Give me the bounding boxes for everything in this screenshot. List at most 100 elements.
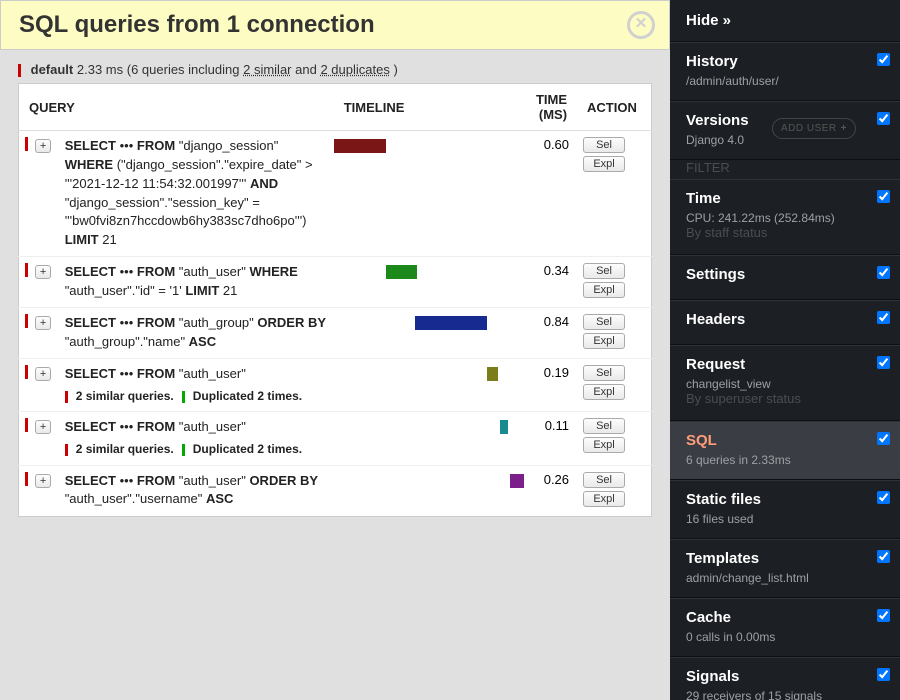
duplicate-flag-text: Duplicated 2 times. xyxy=(193,389,302,403)
explain-button[interactable]: Expl xyxy=(583,156,625,172)
query-row: +SELECT ••• FROM "auth_group" ORDER BY "… xyxy=(19,308,652,359)
sidebar-panel-checkbox[interactable] xyxy=(877,491,890,504)
sidebar-panel-checkbox[interactable] xyxy=(877,311,890,324)
expand-button[interactable]: + xyxy=(35,316,51,330)
query-sql: SELECT ••• FROM "auth_user" WHERE "auth_… xyxy=(59,257,334,308)
query-time: 0.60 xyxy=(519,131,577,257)
sidebar-panel-subtitle: 0 calls in 0.00ms xyxy=(686,630,884,644)
sidebar-panel-headers[interactable]: Headers xyxy=(670,300,900,345)
close-icon[interactable]: ✕ xyxy=(627,11,655,39)
query-row: + SELECT ••• FROM "auth_user" WHERE "auth… xyxy=(19,257,652,308)
query-time: 0.19 xyxy=(519,359,577,412)
query-sql: SELECT ••• FROM "django_session" WHERE (… xyxy=(59,131,334,257)
sidebar-panel-title: Settings xyxy=(686,266,884,283)
sidebar-panel-sql[interactable]: SQL6 queries in 2.33ms xyxy=(670,421,900,480)
sidebar-panel-checkbox[interactable] xyxy=(877,190,890,203)
row-marker-icon xyxy=(25,314,28,328)
query-sql: SELECT ••• FROM "auth_user"2 similar que… xyxy=(59,412,334,465)
sidebar-panel-settings[interactable]: Settings xyxy=(670,255,900,300)
timeline-bar xyxy=(386,265,417,279)
sidebar-panel-checkbox[interactable] xyxy=(877,112,890,125)
sidebar-panel-cache[interactable]: Cache0 calls in 0.00ms xyxy=(670,598,900,657)
expand-button[interactable]: + xyxy=(35,474,51,488)
select-button[interactable]: Sel xyxy=(583,263,625,279)
query-flags: 2 similar queries.Duplicated 2 times. xyxy=(65,441,328,458)
select-button[interactable]: Sel xyxy=(583,418,625,434)
sql-panel: SQL queries from 1 connection ✕ default … xyxy=(0,0,670,700)
query-sql: SELECT ••• FROM "auth_user" ORDER BY "au… xyxy=(59,465,334,516)
explain-button[interactable]: Expl xyxy=(583,384,625,400)
timeline-bar xyxy=(334,139,386,153)
sidebar-panel-checkbox[interactable] xyxy=(877,668,890,681)
timeline-bar xyxy=(415,316,487,330)
sidebar-panel-title: Templates xyxy=(686,550,884,567)
timeline-bar xyxy=(510,474,525,488)
sidebar-panel-signals[interactable]: Signals29 receivers of 15 signals xyxy=(670,657,900,700)
expand-cell: + xyxy=(29,131,59,257)
sidebar-panel-checkbox[interactable] xyxy=(877,609,890,622)
connection-summary: default 2.33 ms (6 queries including 2 s… xyxy=(0,50,670,83)
action-cell: Sel Expl xyxy=(577,465,651,516)
explain-button[interactable]: Expl xyxy=(583,282,625,298)
select-button[interactable]: Sel xyxy=(583,314,625,330)
background-add-user-button: ADD USER+ xyxy=(772,118,856,139)
query-sql: SELECT ••• FROM "auth_user"2 similar que… xyxy=(59,359,334,412)
duplicate-flag-text: Duplicated 2 times. xyxy=(193,442,302,456)
row-marker-cell xyxy=(19,257,30,308)
query-time: 0.84 xyxy=(519,308,577,359)
row-marker-cell xyxy=(19,131,30,257)
expand-button[interactable]: + xyxy=(35,139,51,153)
timeline-bar xyxy=(487,367,498,381)
similar-queries-link[interactable]: 2 similar xyxy=(243,62,291,77)
sidebar-panel-checkbox[interactable] xyxy=(877,432,890,445)
expand-button[interactable]: + xyxy=(35,420,51,434)
sidebar-panel-subtitle: 6 queries in 2.33ms xyxy=(686,453,884,467)
sidebar-panel-checkbox[interactable] xyxy=(877,356,890,369)
background-admin-text: By staff status xyxy=(686,225,884,240)
timeline-bar xyxy=(500,420,507,434)
sidebar-panel-title: Static files xyxy=(686,491,884,508)
action-cell: Sel Expl xyxy=(577,359,651,412)
connection-count-suffix: ) xyxy=(390,62,398,77)
query-time: 0.34 xyxy=(519,257,577,308)
explain-button[interactable]: Expl xyxy=(583,491,625,507)
connection-time: 2.33 ms xyxy=(77,62,123,77)
expand-button[interactable]: + xyxy=(35,367,51,381)
select-button[interactable]: Sel xyxy=(583,472,625,488)
hide-toolbar-button[interactable]: Hide » xyxy=(670,0,900,42)
explain-button[interactable]: Expl xyxy=(583,333,625,349)
col-action: ACTION xyxy=(577,84,651,131)
sidebar-panel-time[interactable]: TimeCPU: 241.22ms (252.84ms)By staff sta… xyxy=(670,179,900,255)
action-cell: Sel Expl xyxy=(577,308,651,359)
connection-name: default xyxy=(31,62,74,77)
sidebar-panel-templates[interactable]: Templates admin/change_list.html xyxy=(670,539,900,598)
expand-cell: + xyxy=(29,412,59,465)
explain-button[interactable]: Expl xyxy=(583,437,625,453)
query-row: + SELECT ••• FROM "auth_user"2 similar qu… xyxy=(19,359,652,412)
sidebar-panel-versions[interactable]: VersionsDjango 4.0ADD USER+ xyxy=(670,101,900,160)
sidebar-panel-history[interactable]: History/admin/auth/user/ xyxy=(670,42,900,101)
sidebar-panel-subtitle: admin/change_list.html xyxy=(686,571,884,585)
duplicate-queries-link[interactable]: 2 duplicates xyxy=(320,62,389,77)
sidebar-panel-checkbox[interactable] xyxy=(877,53,890,66)
select-button[interactable]: Sel xyxy=(583,365,625,381)
row-marker-icon xyxy=(25,365,28,379)
expand-button[interactable]: + xyxy=(35,265,51,279)
select-button[interactable]: Sel xyxy=(583,137,625,153)
expand-cell: + xyxy=(29,465,59,516)
col-timeline: TIMELINE xyxy=(334,84,519,131)
connection-count-prefix: (6 queries including xyxy=(127,62,243,77)
col-query: QUERY xyxy=(19,84,334,131)
sidebar-panel-checkbox[interactable] xyxy=(877,266,890,279)
sidebar-panel-subtitle: /admin/auth/user/ xyxy=(686,74,884,88)
sidebar-panel-request[interactable]: Requestchangelist_viewBy superuser statu… xyxy=(670,345,900,421)
sidebar-panel-static-files[interactable]: Static files16 files used xyxy=(670,480,900,539)
background-admin-text: By superuser status xyxy=(686,391,884,406)
col-time: TIME (MS) xyxy=(519,84,577,131)
duplicate-flag-icon xyxy=(182,391,185,403)
query-row: + SELECT ••• FROM "auth_user"2 similar qu… xyxy=(19,412,652,465)
connection-marker-icon xyxy=(18,64,21,77)
row-marker-icon xyxy=(25,137,28,151)
sidebar-panel-checkbox[interactable] xyxy=(877,550,890,563)
query-flags: 2 similar queries.Duplicated 2 times. xyxy=(65,388,328,405)
